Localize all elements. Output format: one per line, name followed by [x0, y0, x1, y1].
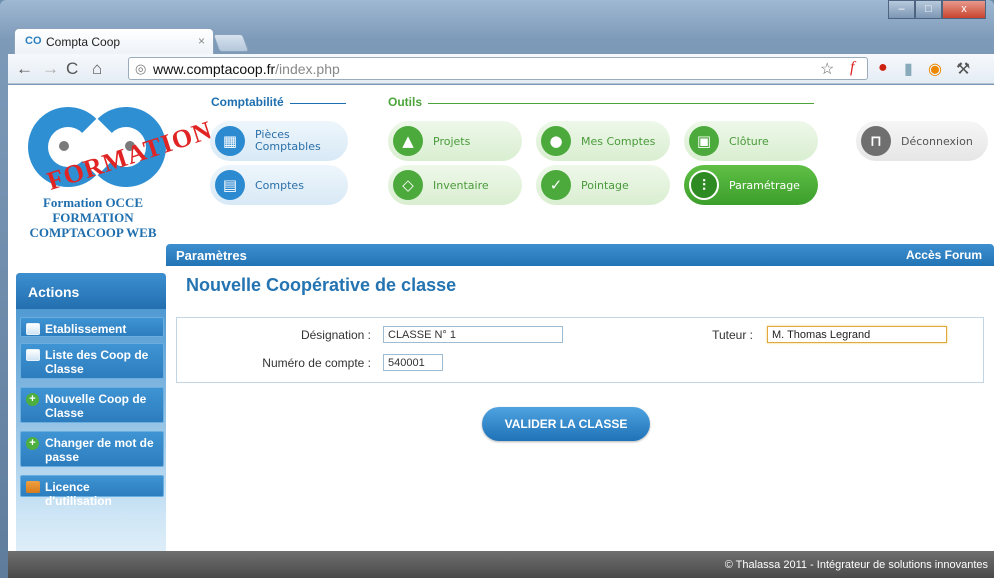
outils-section-label: Outils [388, 95, 423, 109]
inventaire-button[interactable]: ◇ Inventaire [388, 165, 522, 205]
dropbox-boxes-icon: ◇ [393, 170, 423, 200]
abacus-icon: ▦ [215, 126, 245, 156]
forward-arrow-icon[interactable]: → [42, 59, 59, 79]
tab-close-icon[interactable]: × [198, 34, 205, 48]
web-page: FORMATION Formation OCCE FORMATION COMPT… [8, 85, 994, 578]
inventaire-label: Inventaire [433, 178, 489, 192]
maximize-button[interactable]: □ [915, 0, 942, 19]
minimize-button[interactable]: – [888, 0, 915, 19]
sidebar-item-licence[interactable]: Licence d'utilisation [20, 475, 164, 508]
ledger-book-icon: ▤ [215, 170, 245, 200]
home-icon[interactable]: ⌂ [92, 59, 102, 79]
close-window-button[interactable]: x [942, 0, 986, 19]
table-icon [26, 323, 40, 335]
clipboard-check-icon: ✓ [541, 170, 571, 200]
piggy-bank-icon: ● [541, 126, 571, 156]
tuteur-field[interactable] [767, 326, 947, 343]
plus-circle-icon: + [26, 437, 39, 450]
mes-comptes-label: Mes Comptes [581, 134, 656, 148]
bookmark-star-icon[interactable]: ☆ [820, 59, 834, 79]
sidebar-item-label: Liste des Coop de Classe [45, 348, 149, 376]
comptacoop-favicon-icon: CO [25, 35, 42, 47]
parametrage-label: Paramétrage [729, 178, 800, 192]
folder-lock-icon: ▣ [689, 126, 719, 156]
sidebar-item-label: Changer de mot de passe [45, 436, 154, 464]
footer-copyright: © Thalassa 2011 - Intégrateur de solutio… [724, 559, 988, 571]
compte-field[interactable] [383, 354, 443, 371]
coop-form: Désignation : Tuteur : Numéro de compte … [176, 317, 984, 383]
actions-sidebar: Actions Etablissement Liste des Coop de … [16, 273, 166, 578]
sliders-icon: ⫶ [689, 170, 719, 200]
feed-extension-icon[interactable]: ◉ [928, 59, 942, 79]
mes-comptes-button[interactable]: ● Mes Comptes [536, 121, 670, 161]
deconnexion-button[interactable]: ⊓ Déconnexion [856, 121, 988, 161]
address-bar[interactable]: ◎ www.comptacoop.fr/index.php [128, 57, 868, 80]
comptes-button[interactable]: ▤ Comptes [210, 165, 348, 205]
tuteur-label: Tuteur : [712, 328, 753, 342]
table-icon [26, 349, 40, 361]
sidebar-item-label: Licence d'utilisation [45, 480, 112, 508]
tab-title: Compta Coop [46, 35, 121, 49]
acces-forum-link[interactable]: Accès Forum [906, 248, 982, 262]
compte-label: Numéro de compte : [262, 356, 371, 370]
url-text: www.comptacoop.fr/index.php [153, 61, 340, 77]
section-header-bar: Paramètres Accès Forum [166, 244, 994, 266]
sidebar-item-label: Nouvelle Coop de Classe [45, 392, 147, 420]
page-globe-icon: ◎ [135, 61, 147, 76]
deconnexion-label: Déconnexion [901, 134, 973, 148]
pointage-label: Pointage [581, 178, 629, 192]
sidebar-item-nouvelle-coop[interactable]: + Nouvelle Coop de Classe [20, 387, 164, 423]
window-controls: – □ x [888, 0, 986, 19]
pointage-button[interactable]: ✓ Pointage [536, 165, 670, 205]
projects-icon: ▲ [393, 126, 423, 156]
padlock-icon: ⊓ [861, 126, 891, 156]
reload-icon[interactable]: C [66, 59, 78, 79]
outils-divider [428, 103, 814, 104]
sidebar-item-liste-coop[interactable]: Liste des Coop de Classe [20, 343, 164, 379]
designation-label: Désignation : [300, 328, 371, 342]
pieces-comptables-label: Pièces Comptables [255, 128, 321, 153]
valider-la-classe-button[interactable]: VALIDER LA CLASSE [482, 407, 650, 441]
adblock-extension-icon[interactable]: ● [878, 59, 888, 77]
browser-tab[interactable]: CO Compta Coop × [14, 28, 214, 54]
flash-extension-icon[interactable]: f [850, 59, 854, 77]
logo-dot [59, 141, 69, 151]
pieces-comptables-button[interactable]: ▦ Pièces Comptables [210, 121, 348, 161]
parametrage-button[interactable]: ⫶ Paramétrage [684, 165, 818, 205]
browser-window: CO Compta Coop × – □ x ← → C ⌂ ◎ www.com… [0, 0, 994, 578]
actions-title: Actions [16, 273, 166, 309]
cloture-label: Clôture [729, 134, 769, 148]
footer-bar: © Thalassa 2011 - Intégrateur de solutio… [8, 551, 994, 578]
sidebar-item-etablissement[interactable]: Etablissement [20, 317, 164, 337]
stats-extension-icon[interactable]: ▮ [904, 59, 913, 79]
page-title: Nouvelle Coopérative de classe [186, 275, 457, 295]
designation-field[interactable] [383, 326, 563, 343]
comptabilite-divider [290, 103, 346, 104]
cloture-button[interactable]: ▣ Clôture [684, 121, 818, 161]
url-path: /index.php [275, 61, 340, 77]
wrench-menu-icon[interactable]: ⚒ [956, 59, 970, 79]
licence-icon [26, 481, 40, 493]
plus-circle-icon: + [26, 393, 39, 406]
comptabilite-section-label: Comptabilité [211, 95, 284, 109]
back-arrow-icon[interactable]: ← [16, 59, 33, 79]
url-host: www.comptacoop.fr [153, 61, 276, 77]
comptacoop-logo: FORMATION [22, 97, 216, 196]
parametres-title: Paramètres [176, 248, 247, 263]
sidebar-item-label: Etablissement [45, 322, 127, 336]
projets-button[interactable]: ▲ Projets [388, 121, 522, 161]
browser-toolbar: ← → C ⌂ ◎ www.comptacoop.fr/index.php ☆ … [8, 54, 994, 84]
new-tab-button[interactable] [212, 34, 250, 52]
organization-name: Formation OCCE FORMATION COMPTACOOP WEB [29, 195, 157, 240]
sidebar-item-changer-mot-de-passe[interactable]: + Changer de mot de passe [20, 431, 164, 467]
projets-label: Projets [433, 134, 471, 148]
comptes-label: Comptes [255, 178, 304, 192]
